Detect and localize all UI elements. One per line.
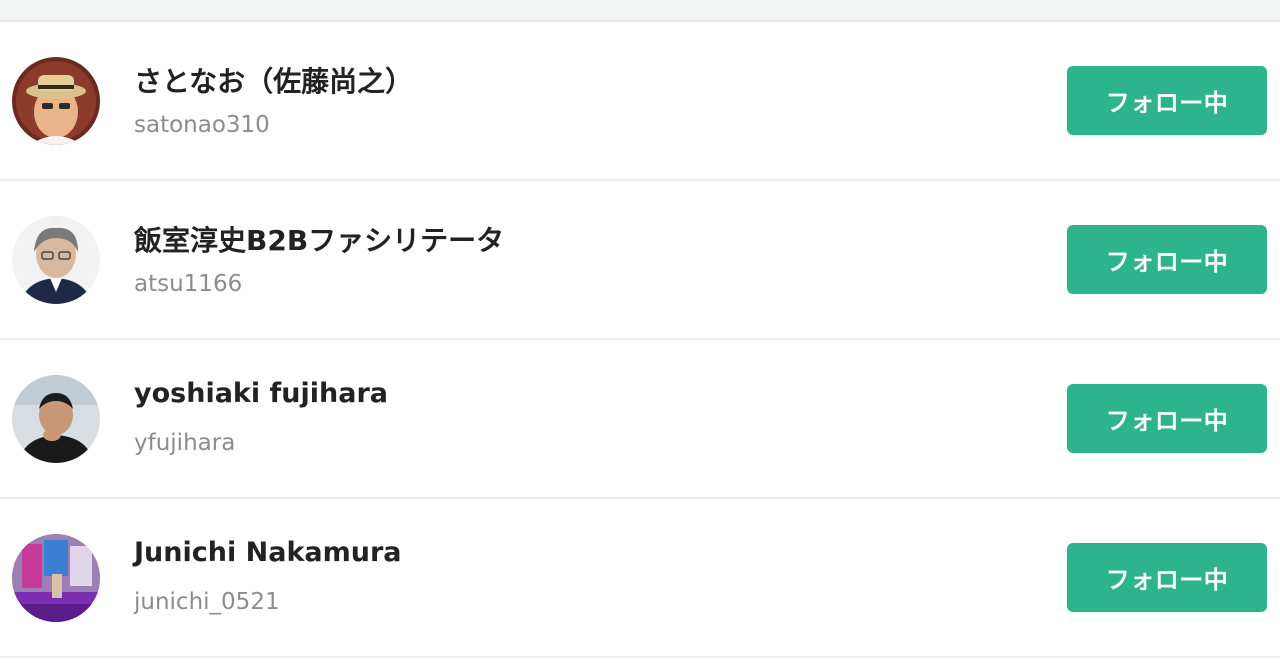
user-name[interactable]: yoshiaki fujihara: [134, 378, 388, 409]
user-handle: satonao310: [134, 112, 270, 138]
user-avatar[interactable]: [12, 375, 100, 463]
user-name[interactable]: さとなお（佐藤尚之）: [134, 60, 413, 100]
user-handle: yfujihara: [134, 430, 236, 456]
user-name[interactable]: 飯室淳史B2Bファシリテータ: [134, 219, 504, 259]
user-handle: junichi_0521: [134, 589, 280, 615]
user-avatar[interactable]: [12, 216, 100, 304]
avatar-person-glasses-icon: [12, 216, 100, 304]
following-button[interactable]: フォロー中: [1067, 66, 1267, 135]
avatar-stage-photo-icon: [12, 534, 100, 622]
user-handle: atsu1166: [134, 271, 243, 297]
list-item: さとなお（佐藤尚之） satonao310 フォロー中: [0, 22, 1280, 181]
list-item: 飯室淳史B2Bファシリテータ atsu1166 フォロー中: [0, 181, 1280, 340]
following-button[interactable]: フォロー中: [1067, 384, 1267, 453]
user-avatar[interactable]: [12, 57, 100, 145]
list-item: Junichi Nakamura junichi_0521 フォロー中: [0, 499, 1280, 658]
top-bar: [0, 0, 1280, 22]
user-name[interactable]: Junichi Nakamura: [134, 537, 402, 568]
following-button[interactable]: フォロー中: [1067, 225, 1267, 294]
list-item: yoshiaki fujihara yfujihara フォロー中: [0, 340, 1280, 499]
following-button[interactable]: フォロー中: [1067, 543, 1267, 612]
avatar-person-hat-icon: [12, 57, 100, 145]
user-avatar[interactable]: [12, 534, 100, 622]
following-list: さとなお（佐藤尚之） satonao310 フォロー中 飯室淳史B2Bファシリテ…: [0, 22, 1280, 658]
avatar-person-icon: [12, 375, 100, 463]
